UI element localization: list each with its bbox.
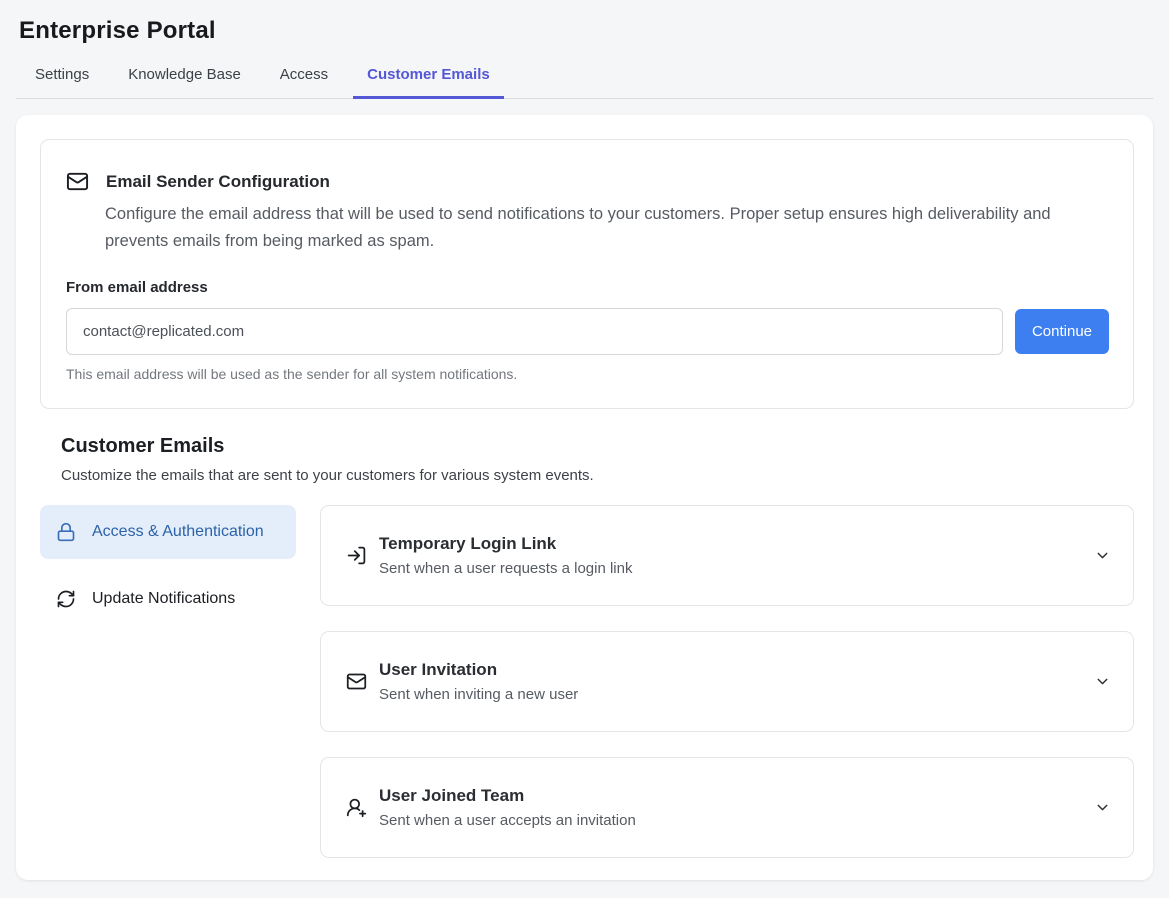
mail-icon — [66, 170, 89, 193]
user-plus-icon — [346, 797, 367, 818]
tab-knowledge-base[interactable]: Knowledge Base — [114, 53, 255, 98]
customer-emails-title: Customer Emails — [61, 435, 1134, 458]
email-card-texts: User Invitation Sent when inviting a new… — [379, 660, 578, 703]
chevron-down-icon[interactable] — [1094, 673, 1111, 690]
customer-emails-subtitle: Customize the emails that are sent to yo… — [61, 467, 1134, 484]
email-card-subtitle: Sent when inviting a new user — [379, 686, 578, 703]
refresh-icon — [56, 589, 76, 609]
email-template-list: Temporary Login Link Sent when a user re… — [320, 505, 1134, 858]
mail-icon — [346, 671, 367, 692]
customer-emails-layout: Access & Authentication Update Notificat… — [40, 505, 1134, 858]
email-card-temporary-login-link[interactable]: Temporary Login Link Sent when a user re… — [320, 505, 1134, 606]
email-card-user-invitation[interactable]: User Invitation Sent when inviting a new… — [320, 631, 1134, 732]
continue-button[interactable]: Continue — [1015, 309, 1109, 354]
page-title: Enterprise Portal — [19, 17, 1150, 45]
main-content-card: Email Sender Configuration Configure the… — [16, 115, 1153, 880]
sidebar-item-label: Access & Authentication — [92, 520, 264, 544]
email-card-title: Temporary Login Link — [379, 534, 632, 554]
customer-emails-section-header: Customer Emails Customize the emails tha… — [61, 435, 1134, 484]
config-card-title: Email Sender Configuration — [106, 172, 330, 192]
from-email-label: From email address — [66, 279, 1109, 296]
tab-bar: Settings Knowledge Base Access Customer … — [16, 53, 1153, 99]
sidebar-item-update-notifications[interactable]: Update Notifications — [40, 573, 296, 625]
tab-settings[interactable]: Settings — [21, 53, 103, 98]
lock-icon — [56, 522, 76, 542]
email-sender-configuration-card: Email Sender Configuration Configure the… — [40, 139, 1134, 409]
config-card-header: Email Sender Configuration — [66, 170, 1109, 193]
config-card-description: Configure the email address that will be… — [105, 201, 1090, 255]
sidebar-item-access-authentication[interactable]: Access & Authentication — [40, 505, 296, 559]
from-email-input[interactable] — [66, 308, 1003, 355]
page-header: Enterprise Portal — [0, 0, 1169, 45]
email-card-texts: User Joined Team Sent when a user accept… — [379, 786, 636, 829]
email-card-subtitle: Sent when a user accepts an invitation — [379, 812, 636, 829]
email-card-user-joined-team[interactable]: User Joined Team Sent when a user accept… — [320, 757, 1134, 858]
tab-customer-emails[interactable]: Customer Emails — [353, 53, 504, 98]
chevron-down-icon[interactable] — [1094, 799, 1111, 816]
login-icon — [346, 545, 367, 566]
email-category-sidebar: Access & Authentication Update Notificat… — [40, 505, 296, 858]
sidebar-item-label: Update Notifications — [92, 587, 235, 611]
email-card-title: User Invitation — [379, 660, 578, 680]
chevron-down-icon[interactable] — [1094, 547, 1111, 564]
email-card-texts: Temporary Login Link Sent when a user re… — [379, 534, 632, 577]
email-input-row: Continue — [66, 308, 1109, 355]
tab-access[interactable]: Access — [266, 53, 342, 98]
email-helper-text: This email address will be used as the s… — [66, 366, 1109, 382]
email-card-title: User Joined Team — [379, 786, 636, 806]
email-card-subtitle: Sent when a user requests a login link — [379, 560, 632, 577]
